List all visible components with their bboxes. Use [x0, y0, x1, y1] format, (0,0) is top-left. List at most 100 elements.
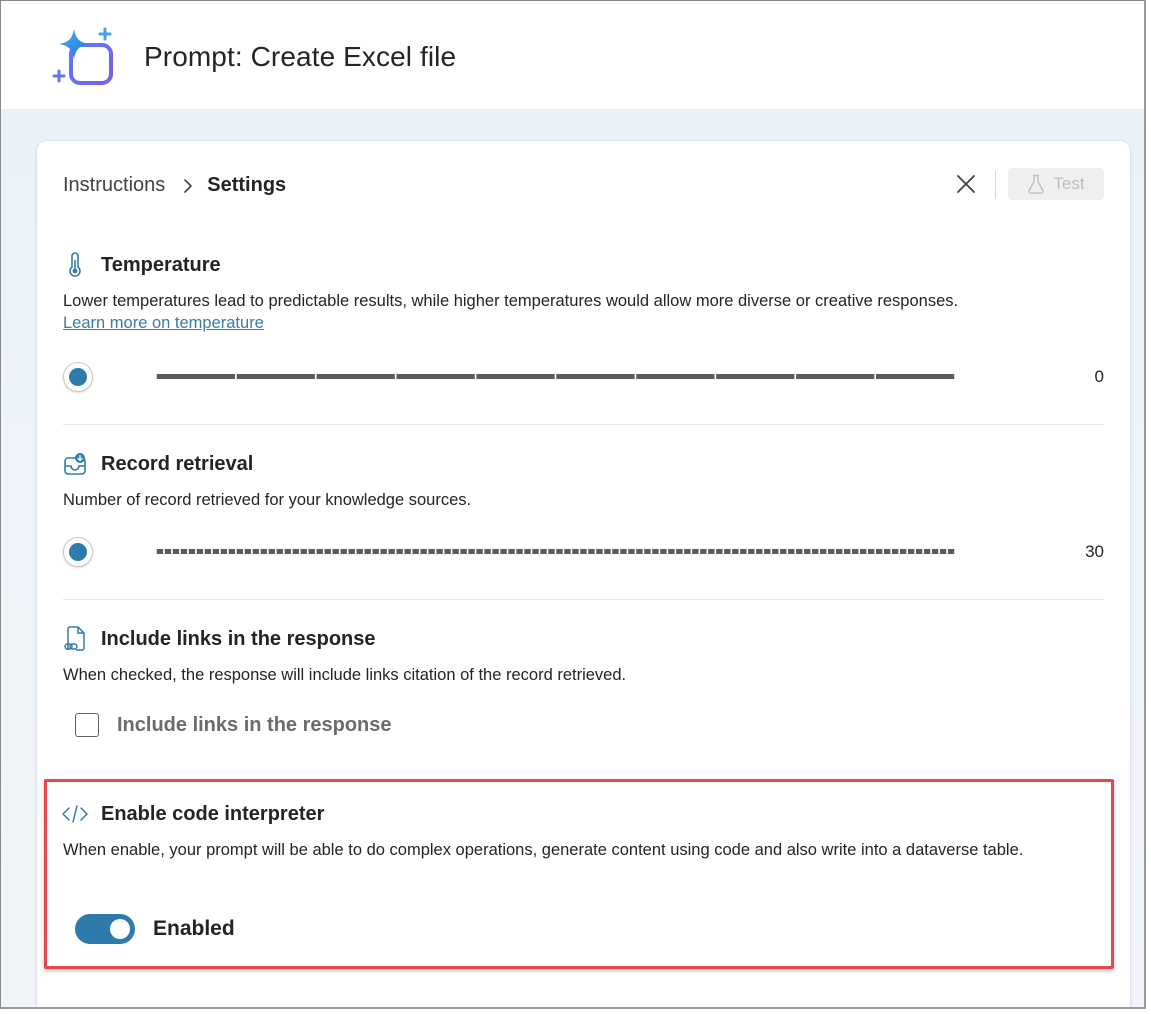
slider-step	[284, 549, 291, 554]
slider-step	[276, 549, 283, 554]
slider-step	[356, 549, 363, 554]
slider-step	[796, 549, 803, 554]
record-retrieval-slider-track[interactable]	[77, 549, 1034, 554]
slider-step	[612, 549, 619, 554]
slider-step	[364, 549, 371, 554]
slider-step	[748, 549, 755, 554]
slider-step	[460, 549, 467, 554]
slider-step	[268, 549, 275, 554]
slider-step	[212, 549, 220, 554]
slider-step	[899, 549, 907, 554]
slider-step	[700, 549, 707, 554]
close-button[interactable]	[953, 171, 979, 197]
close-icon	[957, 175, 975, 193]
slider-step	[668, 549, 675, 554]
slider-step	[876, 549, 883, 554]
slider-step	[396, 374, 475, 379]
slider-step	[516, 549, 523, 554]
slider-step	[164, 549, 172, 554]
toolbar-divider	[995, 171, 996, 199]
section-divider	[63, 424, 1104, 425]
slider-step	[340, 549, 347, 554]
slider-step	[732, 549, 739, 554]
slider-step	[380, 549, 387, 554]
slider-step	[931, 549, 939, 554]
slider-step	[804, 549, 811, 554]
sparkle-document-icon	[51, 25, 115, 87]
slider-step	[476, 549, 483, 554]
slider-step	[556, 549, 563, 554]
include-links-checkbox-label[interactable]: Include links in the response	[117, 714, 392, 737]
slider-step	[676, 549, 683, 554]
slider-step	[300, 549, 307, 554]
slider-step	[332, 549, 339, 554]
slider-step	[652, 549, 659, 554]
slider-step	[244, 549, 251, 554]
slider-step	[412, 549, 419, 554]
slider-step	[508, 549, 515, 554]
temperature-slider-thumb[interactable]	[63, 362, 93, 392]
slider-step	[420, 549, 427, 554]
slider-step	[939, 549, 947, 554]
slider-step	[692, 549, 699, 554]
record-retrieval-title: Record retrieval	[101, 452, 254, 475]
slider-step	[868, 549, 875, 554]
slider-step	[476, 374, 555, 379]
slider-step	[724, 549, 731, 554]
slider-step	[236, 549, 243, 554]
slider-step	[428, 549, 435, 554]
slider-step	[923, 549, 931, 554]
slider-step	[548, 549, 555, 554]
slider-step	[780, 549, 787, 554]
slider-step	[500, 549, 507, 554]
chevron-right-icon	[183, 178, 193, 194]
slider-step	[372, 549, 379, 554]
slider-step	[708, 549, 715, 554]
slider-step	[196, 549, 204, 554]
include-links-checkbox-row[interactable]: Include links in the response	[75, 713, 392, 737]
slider-step	[836, 549, 843, 554]
slider-step	[812, 549, 819, 554]
test-button[interactable]: Test	[1008, 168, 1104, 200]
temperature-slider-track[interactable]	[77, 374, 1034, 379]
slider-step	[452, 549, 459, 554]
slider-step	[388, 549, 395, 554]
temperature-title: Temperature	[101, 253, 221, 276]
slider-step	[348, 549, 355, 554]
slider-step	[444, 549, 451, 554]
slider-step	[172, 549, 180, 554]
slider-step	[852, 549, 859, 554]
page-header: Prompt: Create Excel file	[1, 1, 1144, 109]
slider-step	[228, 549, 235, 554]
flask-icon	[1028, 174, 1045, 194]
slider-step	[636, 549, 643, 554]
slider-step	[947, 549, 955, 554]
slider-step	[844, 549, 851, 554]
slider-step	[316, 549, 323, 554]
record-retrieval-slider-thumb[interactable]	[63, 537, 93, 567]
slider-step	[604, 549, 611, 554]
slider-step	[628, 549, 635, 554]
slider-step	[156, 549, 164, 554]
slider-step	[540, 549, 547, 554]
slider-step	[572, 549, 579, 554]
slider-step	[236, 374, 315, 379]
slider-step	[188, 549, 196, 554]
thermometer-icon	[61, 251, 89, 279]
slider-step	[860, 549, 867, 554]
slider-step	[883, 549, 891, 554]
highlight-box	[44, 779, 1114, 969]
breadcrumb-instructions[interactable]: Instructions	[63, 174, 165, 197]
slider-step	[324, 549, 331, 554]
slider-step	[308, 549, 315, 554]
window-frame: Prompt: Create Excel file Instructions S…	[0, 0, 1146, 1009]
slider-step	[556, 374, 635, 379]
slider-step	[396, 549, 403, 554]
slider-step	[788, 549, 795, 554]
slider-step	[260, 549, 267, 554]
slider-step	[820, 549, 827, 554]
include-links-checkbox[interactable]	[75, 713, 99, 737]
slider-step	[644, 549, 651, 554]
slider-step	[684, 549, 691, 554]
temperature-learn-more-link[interactable]: Learn more on temperature	[63, 314, 264, 333]
